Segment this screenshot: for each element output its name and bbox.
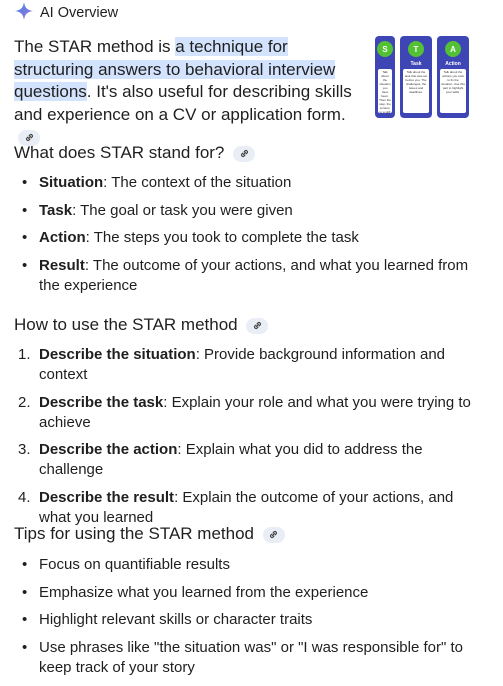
step-number: 3. <box>18 441 31 458</box>
thumbnail-card-s: S Talk about the situation you have been… <box>375 36 395 118</box>
list-item: • Task: The goal or task you were given <box>14 201 489 221</box>
step-number: 4. <box>18 488 31 506</box>
list-item: 1. Describe the situation: Provide backgr… <box>14 345 489 385</box>
tips-list: • Focus on quantifiable results • Emphasiz… <box>14 555 489 685</box>
link-icon <box>25 133 33 142</box>
step-label: Describe the situation <box>39 346 196 363</box>
bullet: • <box>22 174 28 191</box>
list-item: • Result: The outcome of your actions, an… <box>14 256 489 296</box>
bullet: • <box>22 611 28 628</box>
list-item: • Situation: The context of the situation <box>14 173 489 193</box>
section-heading-text: Tips for using the STAR method <box>14 524 254 543</box>
term-description: : The context of the situation <box>103 174 292 191</box>
link-icon <box>253 321 261 330</box>
card-letter: T <box>408 41 424 57</box>
step-label: Describe the action <box>39 441 178 458</box>
term-label: Task <box>39 201 73 219</box>
thumbnail-card-t: T Task Talk about the task that was set … <box>400 36 432 118</box>
section-heading-what-star: What does STAR stand for? <box>14 143 256 163</box>
list-item: • Use phrases like "the situation was" or… <box>14 638 489 678</box>
link-icon <box>270 530 278 539</box>
bullet: • <box>22 638 28 656</box>
card-letter: S <box>377 41 393 57</box>
section-heading-how-to-use: How to use the STAR method <box>14 315 269 335</box>
section-heading-tips: Tips for using the STAR method <box>14 524 285 544</box>
section-heading-text: How to use the STAR method <box>14 315 238 334</box>
term-label: Action <box>39 229 86 246</box>
term-description: : The outcome of your actions, and what … <box>39 256 469 294</box>
list-item: 4. Describe the result: Explain the outco… <box>14 488 489 528</box>
card-body: Talk about the situation you have been. … <box>378 69 392 113</box>
sparkle-icon <box>14 1 34 26</box>
tip-text: Focus on quantifiable results <box>39 556 230 573</box>
card-caption: Task <box>410 61 422 67</box>
term-label: Result <box>39 256 85 274</box>
ai-overview-header: AI Overview <box>14 1 119 26</box>
list-item: • Highlight relevant skills or character … <box>14 610 489 630</box>
intro-text-start: The STAR method is <box>14 37 176 56</box>
bullet: • <box>22 583 28 601</box>
card-body: Talk about the actions you took to fix t… <box>440 69 466 113</box>
step-label: Describe the task <box>39 393 164 411</box>
tip-text: Highlight relevant skills or character t… <box>39 611 313 628</box>
tip-text: Use phrases like "the situation was" or … <box>39 638 463 676</box>
term-label: Situation <box>39 174 104 191</box>
bullet: • <box>22 229 28 246</box>
bullet: • <box>22 201 28 219</box>
star-definitions-list: • Situation: The context of the situation… <box>14 173 489 303</box>
section-heading-text: What does STAR stand for? <box>14 143 225 162</box>
list-item: 3. Describe the action: Explain what you … <box>14 440 489 480</box>
list-item: • Emphasize what you learned from the exp… <box>14 583 489 603</box>
term-description: : The goal or task you were given <box>72 201 293 219</box>
card-body: Talk about the task that was set before … <box>403 69 429 113</box>
tip-text: Emphasize what you learned from the expe… <box>39 583 369 601</box>
how-to-steps-list: 1. Describe the situation: Provide backgr… <box>14 345 489 535</box>
thumbnail-card-a: A Action Talk about the actions you took… <box>437 36 469 118</box>
card-letter: A <box>445 41 461 57</box>
intro-paragraph: The STAR method is a technique for struc… <box>14 36 370 149</box>
bullet: • <box>22 256 28 274</box>
source-link-chip[interactable] <box>262 526 285 543</box>
list-item: • Focus on quantifiable results <box>14 555 489 575</box>
step-number: 1. <box>18 346 31 363</box>
term-description: : The steps you took to complete the tas… <box>85 229 359 246</box>
source-link-chip[interactable] <box>233 145 256 162</box>
card-caption: Action <box>445 61 461 67</box>
step-label: Describe the result <box>39 488 175 506</box>
list-item: 2. Describe the task: Explain your role a… <box>14 393 489 433</box>
list-item: • Action: The steps you took to complete … <box>14 228 489 248</box>
source-link-chip[interactable] <box>246 317 269 334</box>
bullet: • <box>22 556 28 573</box>
ai-overview-title: AI Overview <box>40 5 119 21</box>
step-number: 2. <box>18 393 31 411</box>
star-method-thumbnail[interactable]: S Talk about the situation you have been… <box>375 36 481 118</box>
link-icon <box>240 149 248 158</box>
